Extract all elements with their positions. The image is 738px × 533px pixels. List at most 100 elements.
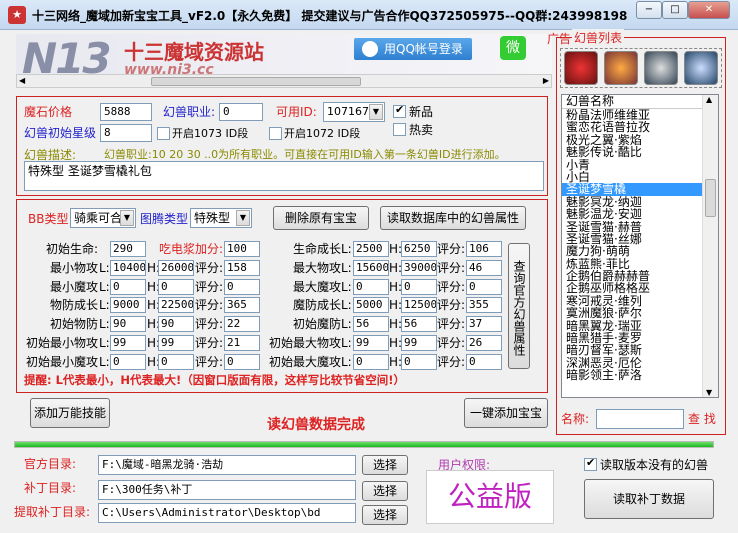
hot-check-box[interactable] <box>393 123 406 136</box>
pet-thumb-1[interactable] <box>564 51 598 85</box>
read-patch-button[interactable]: 读取补丁数据 <box>584 479 714 519</box>
list-item[interactable]: 炼蓝熊·菲比 <box>562 258 718 270</box>
official-dir-input[interactable]: F:\魔域-暗黑龙骑·浩劫 <box>98 455 356 475</box>
list-scroll-thumb[interactable] <box>705 179 716 217</box>
id1073-check-box[interactable] <box>157 127 170 140</box>
attr-max-input[interactable]: 6250 <box>401 241 437 257</box>
official-dir-choose-button[interactable]: 选择 <box>362 455 408 475</box>
query-official-button[interactable]: 查询官方幻兽属性 <box>508 243 530 369</box>
attr-max-input[interactable]: 12500 <box>401 297 437 313</box>
attr-min-input[interactable]: 56 <box>353 316 389 332</box>
list-item[interactable]: 寒河戒灵·维列 <box>562 295 718 307</box>
list-item[interactable]: 深渊恶灵·厄伦 <box>562 357 718 369</box>
price-input[interactable]: 5888 <box>100 103 152 121</box>
bb-type-combo[interactable]: 骑乘可合 ▼ <box>70 208 136 228</box>
attr-score-input[interactable]: 0 <box>224 279 260 295</box>
chevron-down-icon[interactable]: ▼ <box>236 210 250 226</box>
wechat-icon[interactable]: 微 <box>500 36 526 60</box>
scroll-left-icon[interactable]: ◀ <box>19 75 25 87</box>
list-item[interactable]: 小白 <box>562 171 718 183</box>
new-check-box[interactable]: ✔ <box>393 103 406 118</box>
attr-score-input[interactable]: 0 <box>466 279 502 295</box>
attr-max-input[interactable]: 99 <box>401 335 437 351</box>
attr-min-input[interactable]: 0 <box>110 279 146 295</box>
attr-min-input[interactable]: 99 <box>110 335 146 351</box>
list-item[interactable]: 暗刃督军·瑟斯 <box>562 344 718 356</box>
list-item[interactable]: 圣诞雪猫·丝娜 <box>562 233 718 245</box>
attr-min-input[interactable]: 15600 <box>353 260 389 276</box>
list-item[interactable]: 极光之翼·紫焰 <box>562 134 718 146</box>
attr-max-input[interactable]: 26000 <box>158 260 194 276</box>
attr-min-input[interactable]: 90 <box>110 316 146 332</box>
maximize-button[interactable]: □ <box>662 1 688 19</box>
chevron-down-icon[interactable]: ▼ <box>120 210 134 226</box>
list-item[interactable]: 小青 <box>562 159 718 171</box>
add-skill-button[interactable]: 添加万能技能 <box>30 398 110 428</box>
minimize-button[interactable]: − <box>636 1 662 19</box>
list-item[interactable]: 粉晶法师维维亚 <box>562 109 718 121</box>
attr-score-input[interactable]: 0 <box>224 354 260 370</box>
attr-score-input[interactable]: 355 <box>466 297 502 313</box>
list-item[interactable]: 魅影冥龙·纳迦 <box>562 196 718 208</box>
qq-login-button[interactable]: 用QQ帐号登录 <box>354 38 472 60</box>
list-item[interactable]: 魔力狗·萌萌 <box>562 245 718 257</box>
attr-max-input[interactable]: 0 <box>401 354 437 370</box>
attr-min-input[interactable]: 10400 <box>110 260 146 276</box>
attr-max-input[interactable]: 39000 <box>401 260 437 276</box>
list-item[interactable]: 圣诞梦雪橇 <box>562 183 718 196</box>
attr-min-input[interactable]: 2500 <box>353 241 389 257</box>
banner-scrollbar[interactable]: ◀ ▶ <box>16 74 552 88</box>
class-input[interactable]: 0 <box>219 103 263 121</box>
attr-max-input[interactable]: 0 <box>158 354 194 370</box>
list-item[interactable]: 企鹅巫师格格巫 <box>562 282 718 294</box>
id1073-checkbox[interactable] <box>157 127 170 143</box>
name-search-input[interactable] <box>596 409 684 429</box>
delete-bb-button[interactable]: 删除原有宝宝 <box>273 206 369 230</box>
search-button[interactable]: 查 找 <box>688 410 716 428</box>
pet-thumb-4[interactable] <box>684 51 718 85</box>
attr-min-input[interactable]: 99 <box>353 335 389 351</box>
patch-dir-choose-button[interactable]: 选择 <box>362 481 408 501</box>
pet-thumb-3[interactable] <box>644 51 678 85</box>
list-item[interactable]: 暗影领主·萨洛 <box>562 369 718 381</box>
list-item[interactable]: 魅影温龙·安迦 <box>562 208 718 220</box>
extract-dir-choose-button[interactable]: 选择 <box>362 505 408 525</box>
attr-min-input[interactable]: 0 <box>353 279 389 295</box>
attr-min-input[interactable]: 0 <box>110 354 146 370</box>
add-bb-button[interactable]: 一键添加宝宝 <box>464 398 548 428</box>
pet-thumb-2[interactable] <box>604 51 638 85</box>
attr-score-input[interactable]: 22 <box>224 316 260 332</box>
attr-max-input[interactable]: 22500 <box>158 297 194 313</box>
attr-score-input[interactable]: 21 <box>224 335 260 351</box>
attr-score-input[interactable]: 365 <box>224 297 260 313</box>
attr-score-input[interactable]: 0 <box>466 354 502 370</box>
close-button[interactable]: ✕ <box>688 1 730 19</box>
attr-max-input[interactable]: 90 <box>158 316 194 332</box>
attr-score-input[interactable]: 26 <box>466 335 502 351</box>
extract-dir-input[interactable]: C:\Users\Administrator\Desktop\bd <box>98 503 356 523</box>
usable-id-combo[interactable]: 1071670 ▼ <box>323 102 385 122</box>
list-item[interactable]: 暗黑猎手·麦罗 <box>562 332 718 344</box>
list-item[interactable]: 魅影传说·酷比 <box>562 146 718 158</box>
scroll-right-icon[interactable]: ▶ <box>543 75 549 87</box>
plasma-bonus-input[interactable]: 100 <box>224 241 260 257</box>
read-db-button[interactable]: 读取数据库中的幻兽属性 <box>380 206 526 230</box>
attr-score-input[interactable]: 37 <box>466 316 502 332</box>
read-missing-check-box[interactable]: ✔ <box>584 456 597 471</box>
attr-max-input[interactable]: 99 <box>158 335 194 351</box>
scroll-thumb[interactable] <box>151 77 361 86</box>
attr-score-input[interactable]: 46 <box>466 260 502 276</box>
attr-max-input[interactable]: 0 <box>158 279 194 295</box>
list-item[interactable]: 蜜恋花语普拉孜 <box>562 121 718 133</box>
attr-score-input[interactable]: 158 <box>224 260 260 276</box>
attr-min-input[interactable]: 5000 <box>353 297 389 313</box>
chevron-down-icon[interactable]: ▼ <box>369 104 383 120</box>
star-input[interactable]: 8 <box>100 124 152 142</box>
list-item[interactable]: 寞洲魔狼·萨尔 <box>562 307 718 319</box>
initial-life-input[interactable]: 290 <box>110 241 146 257</box>
desc-textarea[interactable]: 特殊型 圣诞梦雪橇礼包 <box>24 161 544 191</box>
attr-min-input[interactable]: 9000 <box>110 297 146 313</box>
list-item[interactable]: 暗黑翼龙·瑞亚 <box>562 320 718 332</box>
icon-type-combo[interactable]: 特殊型 ▼ <box>190 208 252 228</box>
pet-listbox[interactable]: 幻兽名称 粉晶法师维维亚 蜜恋花语普拉孜 极光之翼·紫焰 魅影传说·酷比 小青 小白 圣诞梦… <box>561 94 719 398</box>
